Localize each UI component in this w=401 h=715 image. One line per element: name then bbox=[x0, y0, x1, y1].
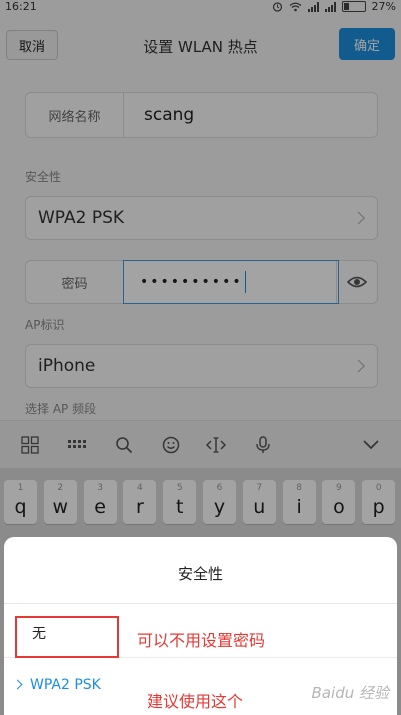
selected-check-icon bbox=[12, 679, 23, 690]
watermark: Baidu 经验 bbox=[311, 684, 389, 702]
annotation-none: 可以不用设置密码 bbox=[137, 631, 266, 650]
annotation-wpa2: 建议使用这个 bbox=[147, 692, 244, 711]
sheet-title: 安全性 bbox=[177, 565, 223, 583]
screen: 16:21 27% 取消 设置 WLAN 热点 确定 网络名称 scang 安全… bbox=[0, 0, 401, 715]
option-wpa2-label: WPA2 PSK bbox=[30, 677, 101, 693]
sheet-divider bbox=[4, 603, 397, 604]
highlight-box bbox=[15, 616, 119, 658]
